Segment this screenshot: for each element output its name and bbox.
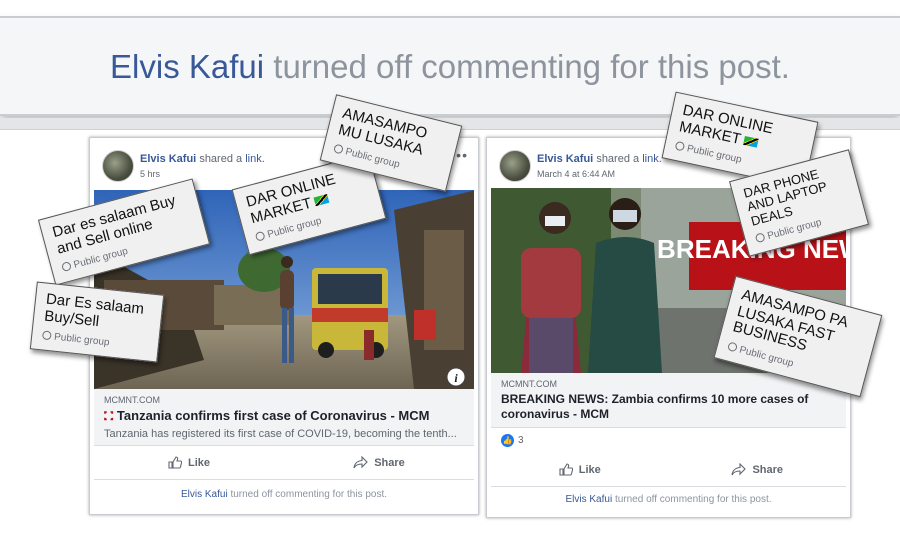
footer-text: turned off commenting for this post.	[614, 494, 772, 505]
commenting-off-banner: Elvis Kafui turned off commenting for th…	[0, 16, 900, 116]
share-label: Share	[374, 456, 405, 469]
globe-icon	[754, 232, 766, 244]
globe-icon	[41, 330, 52, 341]
author-name[interactable]: Elvis Kafui	[537, 153, 593, 165]
share-button[interactable]: Share	[669, 453, 847, 486]
link-word[interactable]: link.	[245, 153, 265, 165]
like-button[interactable]: Like	[491, 453, 669, 486]
share-arrow-icon	[731, 463, 747, 476]
share-label: Share	[752, 463, 784, 476]
avatar[interactable]	[102, 150, 134, 182]
post-timestamp[interactable]: 5 hrs	[140, 169, 160, 179]
shared-text: shared a	[199, 153, 243, 165]
reaction-number: 3	[518, 435, 524, 446]
tanzania-flag-icon	[743, 135, 760, 148]
globe-icon	[333, 143, 344, 155]
avatar[interactable]	[499, 150, 531, 182]
tanzania-flag-icon	[313, 193, 330, 206]
commenting-off-notice: Elvis Kafui turned off commenting for th…	[90, 489, 478, 500]
like-reaction-icon: 👍	[501, 434, 514, 447]
thumbs-up-icon	[168, 456, 182, 469]
link-word[interactable]: link.	[642, 153, 662, 165]
footer-text: turned off commenting for this post.	[230, 489, 388, 500]
link-title[interactable]: ⛚ Tanzania confirms first case of Corona…	[104, 408, 464, 423]
shared-text: shared a	[596, 153, 640, 165]
banner-text: turned off commenting for this post.	[273, 48, 790, 85]
post-attribution: Elvis Kafui shared a link.	[140, 153, 265, 165]
footer-author-name[interactable]: Elvis Kafui	[565, 494, 612, 505]
post-actions: Like Share	[491, 453, 846, 487]
globe-icon	[254, 230, 266, 242]
footer-author-name[interactable]: Elvis Kafui	[181, 489, 228, 500]
globe-icon	[727, 340, 739, 352]
globe-icon	[674, 140, 686, 152]
like-button[interactable]: Like	[94, 446, 284, 479]
like-label: Like	[578, 463, 601, 476]
post-attribution: Elvis Kafui shared a link.	[537, 153, 662, 165]
warning-shield-icon: ⛚	[104, 408, 114, 423]
link-title[interactable]: BREAKING NEWS: Zambia confirms 10 more c…	[501, 392, 836, 422]
banner-author-name[interactable]: Elvis Kafui	[110, 48, 264, 85]
globe-icon	[60, 261, 72, 273]
like-label: Like	[187, 456, 210, 469]
author-name[interactable]: Elvis Kafui	[140, 153, 196, 165]
screenshot-collage: Elvis Kafui turned off commenting for th…	[0, 0, 900, 552]
post-timestamp[interactable]: March 4 at 6:44 AM	[537, 169, 615, 179]
group-name: Dar Es salaam Buy/Sell	[43, 290, 145, 330]
link-description: Tanzania has registered its first case o…	[104, 428, 457, 440]
link-title-text: Tanzania confirms first case of Coronavi…	[116, 408, 430, 423]
commenting-off-notice: Elvis Kafui turned off commenting for th…	[487, 494, 850, 505]
link-domain: MCMNT.COM	[104, 395, 160, 405]
share-arrow-icon	[353, 456, 368, 469]
link-domain: MCMNT.COM	[501, 379, 557, 389]
post-actions: Like Share	[94, 446, 474, 480]
thumbs-up-icon	[559, 463, 573, 476]
reaction-count[interactable]: 👍 3	[501, 434, 524, 447]
group-tag-dar-es-salaam-buy-sell[interactable]: Dar Es salaam Buy/Sell Public group	[29, 281, 165, 363]
link-preview-meta[interactable]: MCMNT.COM ⛚ Tanzania confirms first case…	[94, 389, 474, 446]
share-button[interactable]: Share	[284, 446, 474, 479]
link-preview-meta[interactable]: MCMNT.COM BREAKING NEWS: Zambia confirms…	[491, 373, 846, 428]
